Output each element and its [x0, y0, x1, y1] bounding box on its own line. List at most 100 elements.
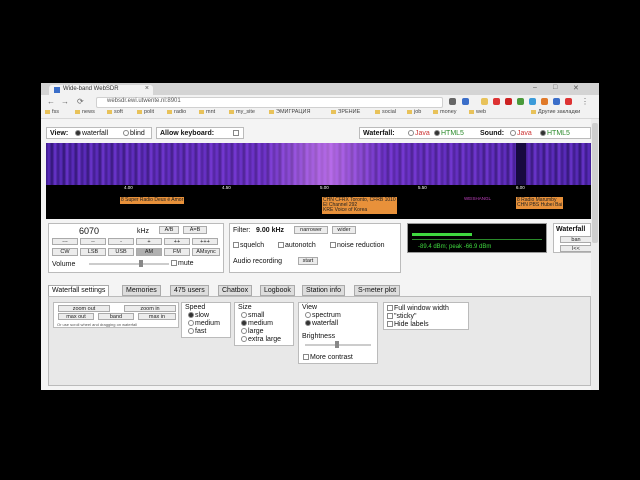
extension-icon[interactable] — [553, 98, 560, 105]
a-equals-b-button[interactable]: A=B — [183, 226, 207, 234]
volume-slider[interactable] — [89, 263, 169, 265]
extension-icon[interactable] — [529, 98, 536, 105]
step-down-2-button[interactable]: -- — [80, 238, 106, 245]
extension-icon[interactable] — [541, 98, 548, 105]
waterfall-java-option[interactable]: Java — [408, 130, 430, 137]
extension-icon[interactable] — [449, 98, 456, 105]
bookmark-item[interactable]: mnt — [199, 109, 215, 115]
close-tab-icon[interactable]: × — [145, 85, 149, 92]
station-label[interactable]: 8 Radio Marumby CHN PBS Hubei Bai — [516, 197, 564, 209]
record-start-button[interactable]: start — [298, 257, 318, 265]
squelch-option[interactable]: squelch — [233, 242, 264, 249]
max-out-button[interactable]: max out — [58, 313, 94, 320]
narrower-button[interactable]: narrower — [294, 226, 328, 234]
extension-icon[interactable] — [517, 98, 524, 105]
tab-waterfall-settings[interactable]: Waterfall settings — [48, 285, 110, 296]
waterfall-html5-option[interactable]: HTML5 — [434, 130, 464, 137]
view-blind-option[interactable]: blind — [123, 130, 145, 137]
hide-labels-option[interactable]: Hide labels — [387, 321, 429, 328]
close-window-icon[interactable]: ✕ — [573, 84, 579, 92]
back-icon[interactable]: ← — [47, 97, 55, 106]
step-up-3-button[interactable]: +++ — [192, 238, 218, 245]
extension-icon[interactable] — [565, 98, 572, 105]
speed-fast-option[interactable]: fast — [188, 328, 206, 335]
frequency-display[interactable]: 6070 — [79, 226, 99, 236]
star-icon[interactable] — [462, 98, 469, 105]
size-medium-option[interactable]: medium — [241, 320, 273, 327]
tab-users[interactable]: 475 users — [170, 285, 209, 296]
sound-java-option[interactable]: Java — [510, 130, 532, 137]
bookmark-item[interactable]: Другие закладки — [531, 109, 580, 115]
radio-icon[interactable] — [75, 130, 81, 137]
browser-tab[interactable]: Wide-band WebSDR × — [49, 85, 153, 95]
brightness-slider-handle[interactable] — [335, 341, 339, 348]
menu-icon[interactable]: ⋮ — [581, 97, 589, 106]
mode-amsync-button[interactable]: AMsync — [192, 248, 220, 256]
bookmark-item[interactable]: ЭМИГРАЦИЯ — [269, 109, 310, 115]
volume-slider-handle[interactable] — [139, 260, 143, 267]
mode-lsb-button[interactable]: LSB — [80, 248, 106, 256]
bookmark-item[interactable]: money — [433, 109, 457, 115]
step-up-1-button[interactable]: + — [136, 238, 162, 245]
forward-icon[interactable]: → — [61, 97, 69, 106]
view-waterfall-setting-option[interactable]: waterfall — [305, 320, 338, 327]
sound-html5-option[interactable]: HTML5 — [540, 130, 570, 137]
autonotch-option[interactable]: autonotch — [278, 242, 316, 249]
wider-button[interactable]: wider — [332, 226, 356, 234]
speed-medium-option[interactable]: medium — [188, 320, 220, 327]
bookmark-item[interactable]: soft — [107, 109, 123, 115]
band-button[interactable]: ban — [560, 236, 592, 243]
max-in-button[interactable]: max in — [138, 313, 176, 320]
scrollbar-thumb[interactable] — [592, 123, 598, 243]
zoom-in-button[interactable]: zoom in — [124, 305, 176, 312]
minimize-icon[interactable]: – — [533, 84, 537, 91]
tab-s-meter-plot[interactable]: S-meter plot — [354, 285, 401, 296]
extension-icon[interactable] — [505, 98, 512, 105]
mute-option[interactable]: mute — [171, 260, 194, 267]
tab-memories[interactable]: Memories — [122, 285, 161, 296]
size-small-option[interactable]: small — [241, 312, 264, 319]
tab-station-info[interactable]: Station info — [302, 285, 346, 296]
view-spectrum-option[interactable]: spectrum — [305, 312, 341, 319]
radio-icon[interactable] — [123, 130, 129, 137]
band-zoom-button[interactable]: band — [98, 313, 134, 320]
more-contrast-option[interactable]: More contrast — [303, 354, 353, 361]
station-label[interactable]: 8 Super Radio Deus é Amor — [120, 197, 185, 204]
bookmark-item[interactable]: ЗРЕНИЕ — [331, 109, 360, 115]
full-window-option[interactable]: Full window width — [387, 305, 449, 312]
step-up-2-button[interactable]: ++ — [164, 238, 190, 245]
bookmark-item[interactable]: news — [75, 109, 95, 115]
url-input[interactable]: websdr.ewi.utwente.nl:8901 — [96, 97, 443, 108]
mode-am-button[interactable]: AM — [136, 248, 162, 256]
speed-slow-option[interactable]: slow — [188, 312, 209, 319]
sticky-option[interactable]: "sticky" — [387, 313, 416, 320]
tab-logbook[interactable]: Logbook — [260, 285, 295, 296]
bookmark-item[interactable]: social — [375, 109, 396, 115]
noise-reduction-option[interactable]: noise reduction — [330, 242, 384, 249]
station-label[interactable]: CHN CFRX Toronto, CFRB 1010 El Channel 2… — [322, 197, 397, 214]
bookmark-item[interactable]: job — [407, 109, 421, 115]
ab-button[interactable]: A/B — [159, 226, 179, 234]
extension-icon[interactable] — [481, 98, 488, 105]
mode-cw-button[interactable]: CW — [52, 248, 78, 256]
size-extra-large-option[interactable]: extra large — [241, 336, 281, 343]
maximize-icon[interactable]: □ — [553, 84, 557, 91]
keyboard-checkbox[interactable] — [233, 130, 239, 137]
bookmark-item[interactable]: fss — [45, 109, 59, 115]
extension-icon[interactable] — [493, 98, 500, 105]
reload-icon[interactable]: ⟳ — [77, 97, 84, 106]
bookmark-item[interactable]: web — [469, 109, 486, 115]
bookmark-item[interactable]: my_site — [229, 109, 255, 115]
tab-chatbox[interactable]: Chatbox — [218, 285, 253, 296]
waterfall-display[interactable] — [46, 143, 591, 185]
zoom-out-button[interactable]: zoom out — [58, 305, 110, 312]
page-scrollbar[interactable] — [591, 119, 599, 390]
step-down-3-button[interactable]: --- — [52, 238, 78, 245]
bookmark-item[interactable]: polit — [137, 109, 154, 115]
mode-fm-button[interactable]: FM — [164, 248, 190, 256]
scroll-left-button[interactable]: l<< — [560, 245, 592, 252]
step-down-1-button[interactable]: - — [108, 238, 134, 245]
view-waterfall-option[interactable]: waterfall — [75, 130, 108, 137]
size-large-option[interactable]: large — [241, 328, 264, 335]
bookmark-item[interactable]: radio — [167, 109, 186, 115]
